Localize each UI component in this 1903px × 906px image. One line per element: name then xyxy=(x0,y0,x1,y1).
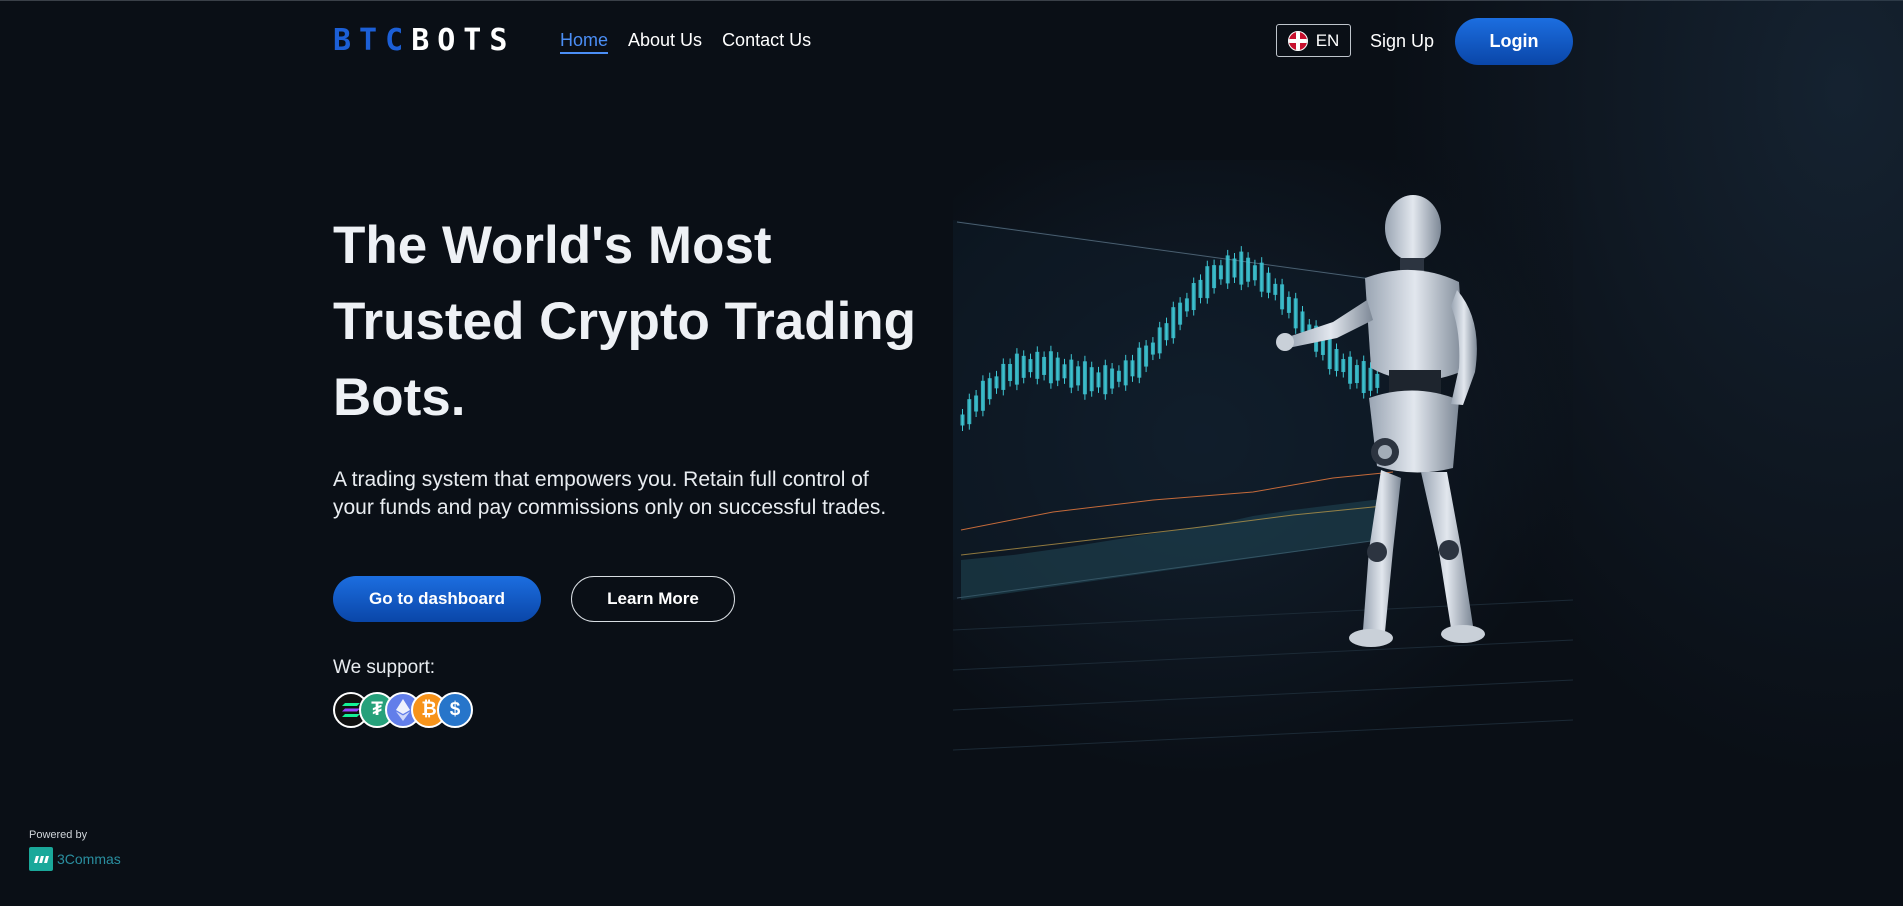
signup-link[interactable]: Sign Up xyxy=(1370,30,1434,52)
powered-by-label: Powered by xyxy=(29,829,88,841)
support-label: We support: xyxy=(333,657,436,678)
language-selector[interactable]: EN xyxy=(1276,24,1351,57)
usdc-icon: $ xyxy=(437,692,473,728)
hero-illustration xyxy=(953,160,1573,780)
hero-subtitle: A trading system that empowers you. Reta… xyxy=(333,468,887,519)
main-nav: Home About Us Contact Us xyxy=(560,29,811,54)
go-to-dashboard-button[interactable]: Go to dashboard xyxy=(333,576,541,622)
nav-home[interactable]: Home xyxy=(560,29,609,54)
trading-robot-illustration xyxy=(953,195,1573,751)
supported-coins: ₮ ₿ $ xyxy=(333,692,483,730)
login-button[interactable]: Login xyxy=(1455,18,1573,65)
nav-contact-us[interactable]: Contact Us xyxy=(722,29,811,54)
3commas-name: 3Commas xyxy=(57,851,121,867)
uk-flag-icon xyxy=(1287,30,1308,51)
logo-bots: BOTS xyxy=(411,23,516,58)
language-label: EN xyxy=(1315,30,1340,50)
3commas-logo[interactable]: 3Commas xyxy=(29,847,121,871)
3commas-icon xyxy=(29,847,53,871)
logo-btc: BTC xyxy=(333,23,412,58)
nav-about-us[interactable]: About Us xyxy=(628,29,702,54)
site-logo[interactable]: BTCBOTS xyxy=(333,26,515,56)
hero-title: The World's Most Trusted Crypto Trading … xyxy=(333,216,917,427)
learn-more-button[interactable]: Learn More xyxy=(571,576,735,622)
